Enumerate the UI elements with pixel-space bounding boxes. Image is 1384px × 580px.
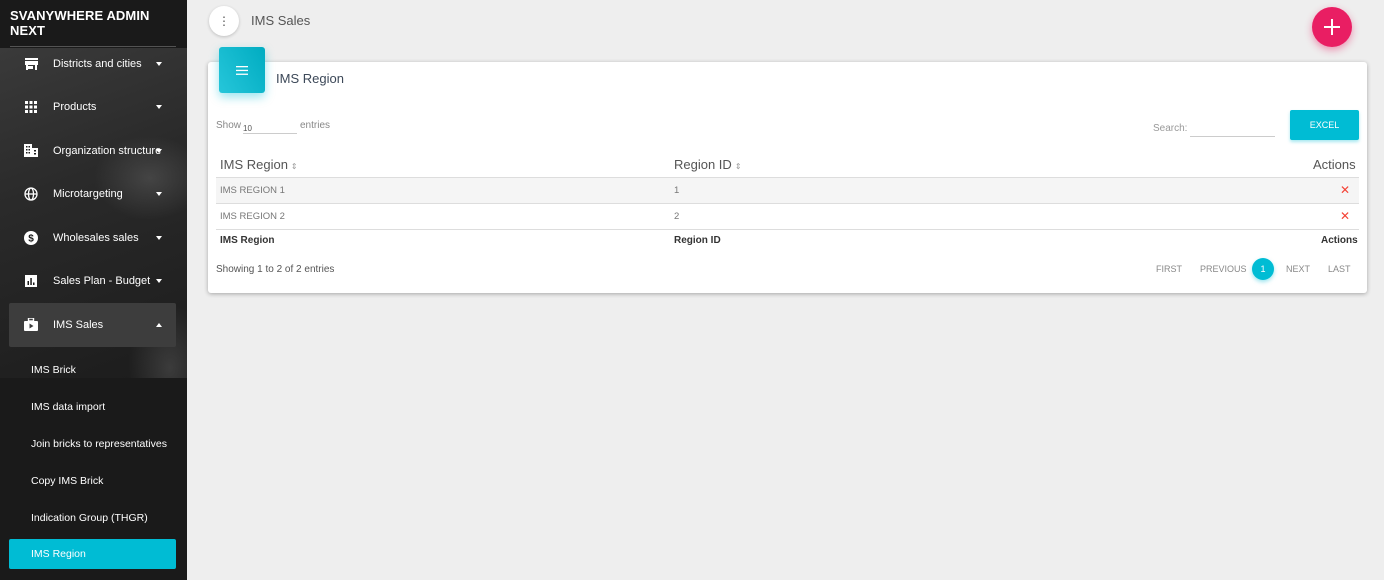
cell-region-id: 1 (674, 185, 680, 196)
pagination-next[interactable]: NEXT (1286, 264, 1310, 274)
table-row[interactable]: IMS REGION 1 1 ✕ (216, 177, 1359, 203)
pagination-first[interactable]: FIRST (1156, 264, 1182, 274)
column-header-region-id[interactable]: Region ID ⇕ (674, 157, 742, 172)
sidebar-item-wholesales[interactable]: $ Wholesales sales (0, 216, 187, 260)
table-info: Showing 1 to 2 of 2 entries (216, 264, 335, 275)
entries-label: entries (300, 120, 331, 131)
search-label: Search: (1153, 123, 1188, 134)
pagination-previous[interactable]: PREVIOUS (1200, 264, 1247, 274)
footer-region-id: Region ID (674, 235, 721, 246)
column-header-actions: Actions (1313, 157, 1356, 172)
sidebar-item-ims-sales[interactable]: IMS Sales (9, 303, 176, 347)
sidebar-subitem-ims-brick[interactable]: IMS Brick (0, 351, 187, 388)
ims-sales-submenu: IMS Brick IMS data import Join bricks to… (0, 351, 187, 569)
pagination-last[interactable]: LAST (1328, 264, 1351, 274)
delete-icon[interactable]: ✕ (1340, 209, 1350, 223)
sort-icon: ⇕ (290, 162, 298, 171)
list-icon (219, 47, 265, 93)
search-input[interactable] (1190, 119, 1275, 137)
sidebar-item-label: Products (53, 101, 97, 114)
sidebar-subitem-ims-region[interactable]: IMS Region (9, 539, 176, 569)
chart-icon (23, 273, 39, 289)
cell-region: IMS REGION 2 (220, 211, 285, 222)
sidebar-item-microtargeting[interactable]: Microtargeting (0, 173, 187, 217)
card-title: IMS Region (276, 71, 344, 86)
caret-up-icon (156, 322, 162, 327)
sidebar-subitem-indication-group[interactable]: Indication Group (THGR) (0, 499, 187, 536)
sidebar-item-label: Wholesales sales (53, 231, 139, 244)
column-header-label: Region ID (674, 157, 732, 172)
caret-down-icon (156, 148, 162, 153)
store-icon (23, 56, 39, 72)
caret-down-icon (156, 61, 162, 66)
sidebar-item-sales-plan[interactable]: Sales Plan - Budget (0, 260, 187, 304)
sidebar-subitem-ims-data-import[interactable]: IMS data import (0, 388, 187, 425)
sidebar-subitem-join-bricks[interactable]: Join bricks to representatives (0, 425, 187, 462)
footer-actions: Actions (1321, 235, 1358, 246)
sidebar-item-label: Organization structure (53, 144, 162, 157)
plus-icon (1324, 19, 1340, 35)
building-icon (23, 143, 39, 159)
add-button[interactable] (1312, 7, 1352, 47)
sidebar-item-label: Sales Plan - Budget (53, 275, 151, 288)
column-header-region[interactable]: IMS Region ⇕ (220, 157, 298, 172)
caret-down-icon (156, 105, 162, 110)
app-logo[interactable]: SVANYWHERE ADMIN NEXT (0, 0, 187, 46)
column-header-label: IMS Region (220, 157, 288, 172)
sidebar-item-products[interactable]: Products (0, 86, 187, 130)
pagination-current-page[interactable]: 1 (1252, 258, 1274, 280)
sidebar-item-districts[interactable]: Districts and cities (0, 42, 187, 86)
cell-region-id: 2 (674, 211, 680, 222)
sidebar-item-label: Districts and cities (53, 57, 142, 70)
sidebar: SVANYWHERE ADMIN NEXT Districts and citi… (0, 0, 187, 580)
globe-icon (23, 186, 39, 202)
more-vert-icon[interactable]: ⋮ (209, 6, 239, 36)
sidebar-subitem-copy-ims-brick[interactable]: Copy IMS Brick (0, 462, 187, 499)
sort-icon: ⇕ (734, 162, 742, 171)
caret-down-icon (156, 235, 162, 240)
sidebar-item-label: Microtargeting (53, 188, 123, 201)
cell-region: IMS REGION 1 (220, 185, 285, 196)
delete-icon[interactable]: ✕ (1340, 183, 1350, 197)
excel-export-button[interactable]: EXCEL (1290, 110, 1359, 140)
page-size-select[interactable] (243, 120, 297, 134)
table-footer-divider (216, 229, 1359, 230)
table-row[interactable]: IMS REGION 2 2 ✕ (216, 203, 1359, 229)
caret-down-icon (156, 192, 162, 197)
grid-icon (23, 99, 39, 115)
briefcase-icon (23, 317, 39, 333)
sidebar-item-organization[interactable]: Organization structure (0, 129, 187, 173)
sidebar-menu: Districts and cities Products Organizati… (0, 42, 187, 347)
svg-text:$: $ (28, 233, 34, 244)
show-label: Show (216, 120, 242, 131)
dollar-icon: $ (23, 230, 39, 246)
caret-down-icon (156, 279, 162, 284)
footer-region: IMS Region (220, 235, 275, 246)
page-title: IMS Sales (251, 13, 311, 28)
